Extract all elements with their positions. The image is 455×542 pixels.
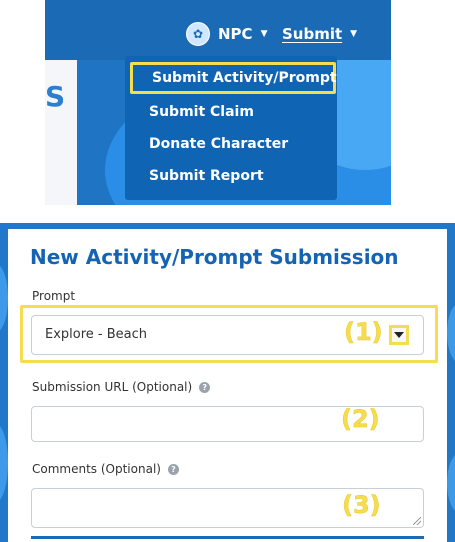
background-shape — [447, 453, 455, 513]
prompt-selected-value: Explore - Beach — [45, 327, 148, 342]
npc-label: NPC — [218, 25, 253, 43]
step-number-1: (1) — [344, 318, 383, 347]
comments-label: Comments (Optional) ? — [32, 462, 179, 476]
cropped-heading-fragment: S — [45, 80, 66, 113]
submit-menu[interactable]: Submit ▼ — [282, 22, 357, 46]
resize-grip-icon[interactable] — [413, 517, 421, 525]
comments-label-text: Comments (Optional) — [32, 462, 161, 476]
prompt-label: Prompt — [32, 289, 75, 303]
submit-label: Submit — [282, 25, 343, 43]
url-label: Submission URL (Optional) ? — [32, 380, 211, 394]
help-icon[interactable]: ? — [167, 463, 179, 475]
form-title: New Activity/Prompt Submission — [30, 245, 399, 269]
background-shape — [0, 263, 8, 333]
step-number-3: (3) — [342, 491, 381, 520]
submit-dropdown-menu: Submit Activity/Prompt Submit Claim Dona… — [125, 56, 337, 200]
menu-item-label: Donate Character — [149, 136, 289, 152]
background-shape — [447, 303, 455, 363]
prompt-label-text: Prompt — [32, 289, 76, 303]
caret-down-icon: ▼ — [350, 29, 358, 39]
menu-item-label: Submit Claim — [149, 104, 254, 120]
background-shape — [0, 423, 8, 503]
menu-item-submit-activity-prompt[interactable]: Submit Activity/Prompt — [130, 62, 337, 94]
menu-item-label: Submit Activity/Prompt — [152, 70, 337, 86]
avatar-icon: ✿ — [186, 22, 210, 46]
form-panel-background: New Activity/Prompt Submission Prompt Ex… — [0, 223, 455, 542]
dropdown-arrow-icon[interactable] — [389, 325, 409, 345]
menu-item-donate-character[interactable]: Donate Character — [125, 128, 337, 160]
npc-menu[interactable]: ✿ NPC ▼ — [186, 22, 267, 46]
menu-item-label: Submit Report — [149, 168, 264, 184]
step-number-2: (2) — [341, 405, 380, 434]
help-icon[interactable]: ? — [199, 381, 211, 393]
menu-item-submit-report[interactable]: Submit Report — [125, 160, 337, 192]
form-bottom-border — [31, 536, 424, 539]
submission-form: New Activity/Prompt Submission Prompt Ex… — [8, 229, 447, 542]
menu-item-submit-claim[interactable]: Submit Claim — [125, 96, 337, 128]
nav-panel: S ✿ NPC ▼ Submit ▼ Submit Activity/Promp… — [45, 0, 391, 205]
caret-down-icon: ▼ — [260, 29, 268, 39]
url-label-text: Submission URL (Optional) — [32, 380, 193, 394]
